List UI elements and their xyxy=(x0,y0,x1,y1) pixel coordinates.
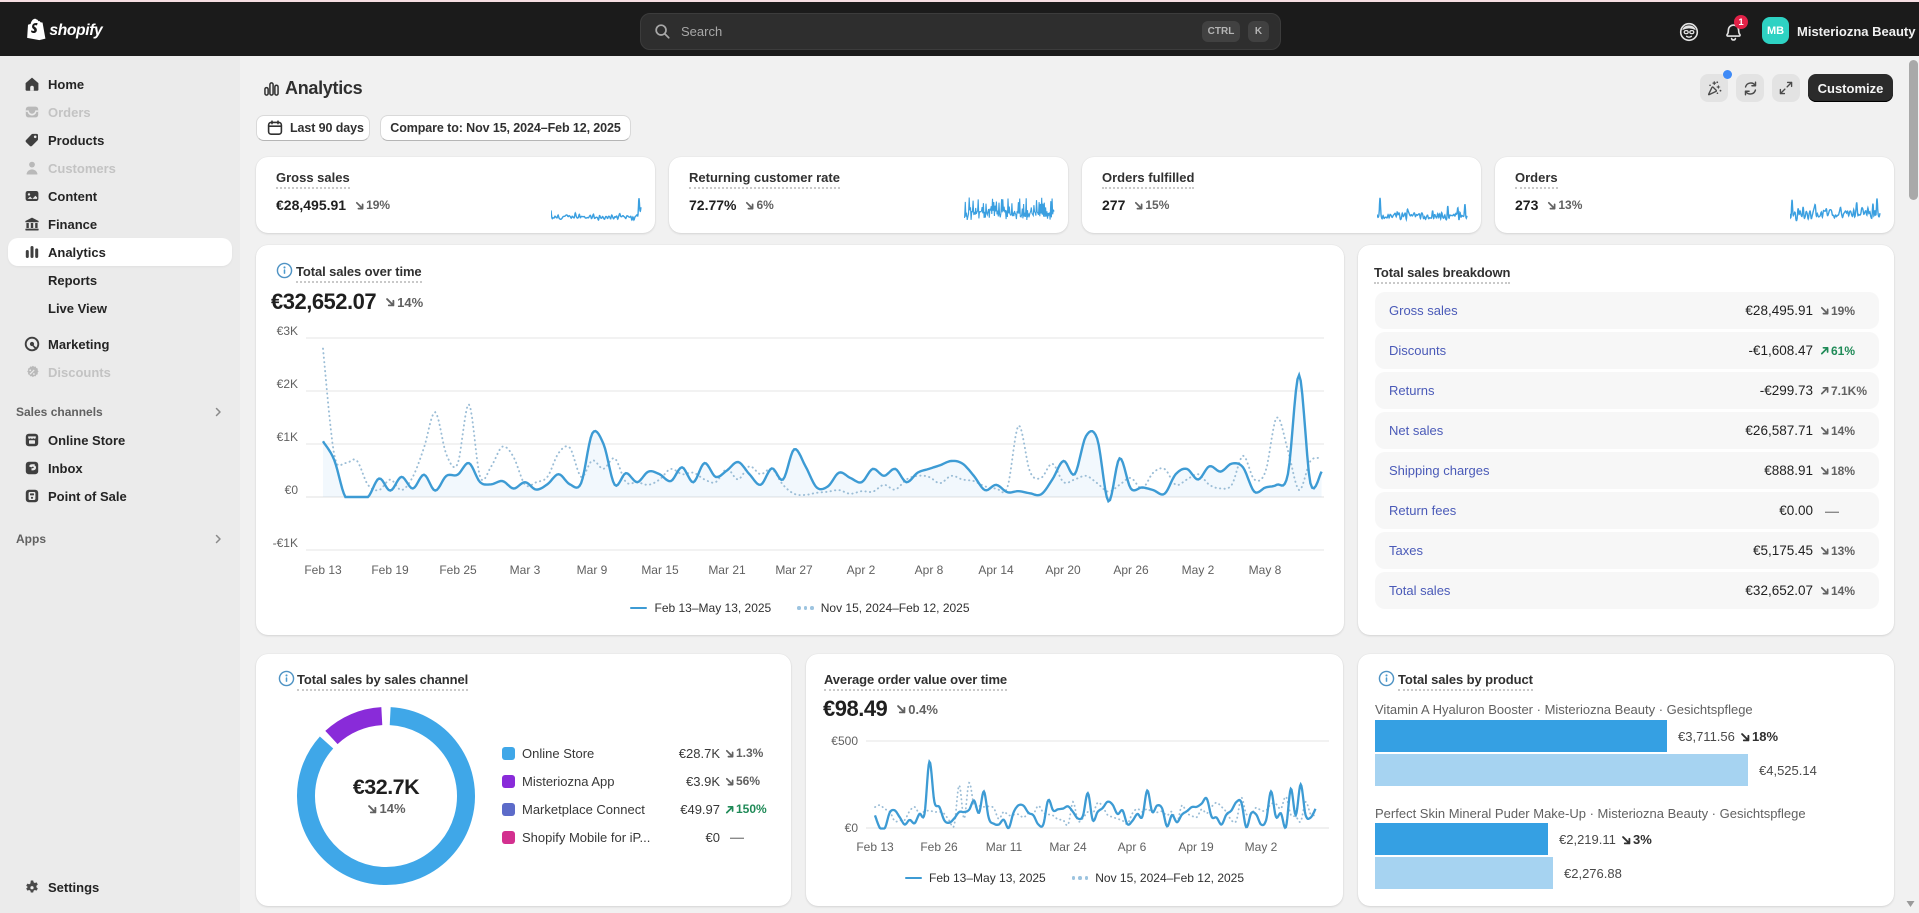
svg-text:shopify: shopify xyxy=(49,22,104,39)
